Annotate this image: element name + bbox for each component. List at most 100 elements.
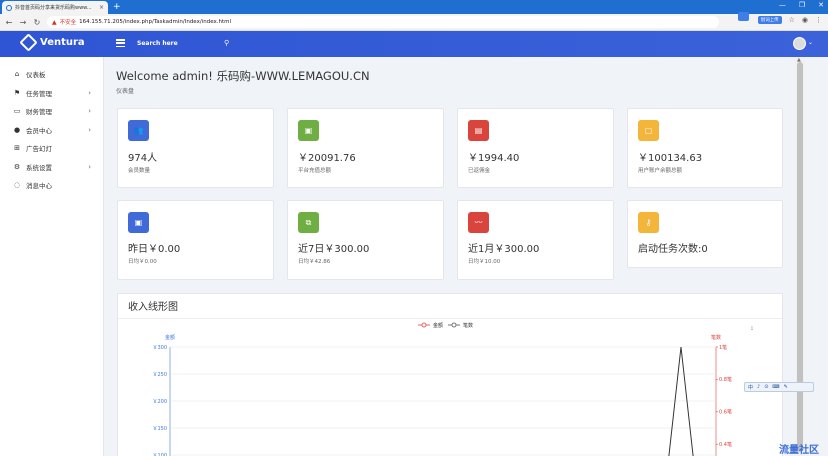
card-value: 近1月￥300.00 bbox=[468, 244, 540, 255]
right-tick-label: 0.4笔 bbox=[719, 441, 732, 448]
avatar[interactable] bbox=[793, 37, 806, 50]
sidebar-item-label: 系统设置 bbox=[26, 163, 52, 172]
income-chart-panel: 收入线形图 金额 笔数 金额 笔数 ￥300 ￥250 ￥200 ￥150 ￥100 1笔 0.8笔… bbox=[117, 293, 783, 456]
gear-icon: ⚙ bbox=[13, 162, 21, 171]
main-content: Welcome admin! 乐码购-WWW.LEMAGOU.CN 仪表盘 👥 9… bbox=[105, 57, 795, 456]
legend-marker bbox=[421, 322, 427, 328]
card-value: ￥1994.40 bbox=[468, 153, 520, 164]
sidebar-item-label: 任务管理 bbox=[26, 89, 52, 98]
toolbar-button[interactable]: ⊙ bbox=[764, 384, 768, 390]
sidebar-item-label: 财务管理 bbox=[26, 108, 52, 117]
watermark: 流量社区 bbox=[779, 445, 819, 456]
forward-icon[interactable]: → bbox=[18, 18, 28, 27]
card-value: ￥100134.63 bbox=[638, 153, 703, 164]
home-icon: ⌂ bbox=[14, 70, 20, 79]
url-bar[interactable]: ▲ 不安全 164.155.71.205/index.php/Taskadmin… bbox=[47, 16, 719, 28]
tab-title: 抖音首页码分享来货乐码购www... bbox=[15, 5, 92, 11]
stat-card: 👥 974人会员数量 bbox=[117, 108, 274, 188]
minimize-button[interactable]: — bbox=[779, 1, 786, 9]
right-axis-name: 笔数 bbox=[711, 334, 721, 341]
user-icon: ● bbox=[13, 125, 21, 134]
stat-card: ▣ 昨日￥0.00 日均￥0.00 bbox=[117, 200, 274, 280]
cloud-extension-icon[interactable] bbox=[738, 12, 749, 21]
users-icon: 👥 bbox=[128, 120, 149, 141]
stat-card: ⧉ 近7日￥300.00 日均￥42.86 bbox=[287, 200, 444, 280]
chevron-right-icon: › bbox=[88, 125, 91, 134]
chevron-right-icon: › bbox=[88, 162, 91, 171]
message-icon: ◌ bbox=[13, 181, 21, 190]
chevron-right-icon: › bbox=[88, 88, 91, 97]
close-window-button[interactable]: ✕ bbox=[818, 1, 824, 9]
copy-icon: ⧉ bbox=[298, 212, 319, 233]
url-text[interactable]: 164.155.71.205/index.php/Taskadmin/Index… bbox=[79, 19, 231, 25]
sidebar-item[interactable]: ● 会员中心 › bbox=[0, 121, 103, 140]
trend-icon: 〰 bbox=[468, 212, 489, 233]
download-icon: ⤓ bbox=[751, 325, 754, 331]
card-label: 日均￥10.00 bbox=[468, 259, 501, 265]
income-line-chart: 金额 笔数金额 笔数￥300￥250￥200￥150￥1001笔0.8笔0.6笔0.… bbox=[152, 322, 754, 456]
search-icon[interactable]: ⚲ bbox=[224, 39, 229, 47]
toolbar-button[interactable]: ♪ bbox=[757, 384, 760, 390]
flag-icon: ⚑ bbox=[13, 88, 21, 97]
insecure-label: 不安全 bbox=[59, 20, 77, 26]
right-tick-label: 0.6笔 bbox=[719, 409, 732, 416]
right-tick-label: 1笔 bbox=[719, 344, 727, 351]
legend-marker bbox=[451, 322, 457, 328]
browser-tab[interactable]: 抖音首页码分享来货乐码购www... × bbox=[2, 1, 108, 14]
left-axis-name: 金额 bbox=[165, 334, 175, 341]
legend-label: 金额 bbox=[433, 322, 443, 329]
menu-toggle-icon[interactable] bbox=[116, 39, 125, 47]
stat-card: ▢ ￥100134.63 用户账户余额总额 bbox=[627, 108, 783, 188]
left-tick-label: ￥300 bbox=[152, 345, 167, 351]
card-label: 平台充值总额 bbox=[298, 168, 332, 174]
card-label: 用户账户余额总额 bbox=[638, 168, 683, 174]
sidebar-item[interactable]: ⚑ 任务管理 › bbox=[0, 84, 103, 103]
browser-actions: 划词上传 ☆ ◉ ⋮ bbox=[757, 16, 822, 24]
left-tick-label: ￥250 bbox=[152, 372, 167, 378]
page-title: Welcome admin! 乐码购-WWW.LEMAGOU.CN bbox=[116, 69, 370, 83]
folder-icon: ▢ bbox=[638, 120, 659, 141]
sidebar-item[interactable]: ⚙ 系统设置 › bbox=[0, 158, 103, 177]
brand[interactable]: Ventura bbox=[19, 33, 85, 52]
series-line bbox=[668, 346, 694, 456]
toolbar-button[interactable]: 中 bbox=[748, 384, 753, 391]
card-value: ￥20091.76 bbox=[298, 153, 356, 164]
scroll-thumb[interactable] bbox=[797, 62, 803, 452]
chart-title: 收入线形图 bbox=[128, 302, 178, 313]
new-tab-button[interactable]: + bbox=[113, 2, 121, 12]
search-input[interactable] bbox=[137, 37, 237, 50]
sidebar-item-label: 广告幻灯 bbox=[26, 145, 52, 154]
page-scrollbar[interactable]: ▲ bbox=[795, 57, 805, 456]
browser-menu-icon[interactable]: ⋮ bbox=[815, 16, 822, 24]
stat-card: ▣ ￥20091.76 平台充值总额 bbox=[287, 108, 444, 188]
back-icon[interactable]: ← bbox=[4, 18, 14, 27]
cash-icon: ▣ bbox=[128, 212, 149, 233]
sidebar-item[interactable]: ◌ 消息中心 bbox=[0, 176, 103, 195]
card-label: 日均￥42.86 bbox=[298, 259, 331, 265]
toolbar-button[interactable]: ✎ bbox=[784, 384, 788, 390]
floating-input-toolbar[interactable]: 中 ♪ ⊙ ⌨ ✎ bbox=[744, 382, 814, 392]
chevron-right-icon: › bbox=[88, 107, 91, 116]
card-label: 已返佣金 bbox=[468, 168, 491, 174]
tab-close-icon[interactable]: × bbox=[99, 4, 104, 11]
key-icon: ⚷ bbox=[638, 212, 659, 233]
storage-icon: ▭ bbox=[13, 107, 21, 116]
profile-icon[interactable]: ◉ bbox=[802, 16, 808, 24]
extension-badge[interactable]: 划词上传 bbox=[757, 16, 782, 24]
toolbar-button[interactable]: ⌨ bbox=[772, 384, 779, 390]
stat-card: 〰近1月￥300.00 日均￥10.00 bbox=[457, 200, 614, 280]
app-header: Ventura ⚲ ⌄ bbox=[0, 31, 828, 57]
chevron-down-icon[interactable]: ⌄ bbox=[808, 39, 813, 46]
sidebar-item-label: 会员中心 bbox=[26, 126, 52, 135]
card-label: 会员数量 bbox=[128, 168, 151, 174]
sidebar-item[interactable]: ⊞ 广告幻灯 bbox=[0, 139, 103, 158]
sidebar: ⌂ 仪表板 ⚑ 任务管理 › ▭ 财务管理 › ● 会员中心 › ⊞ 广告幻灯 ⚙ 系统设置 › ◌ 消息中心 bbox=[0, 57, 104, 456]
sidebar-item[interactable]: ▭ 财务管理 › bbox=[0, 102, 103, 121]
reload-icon[interactable]: ↻ bbox=[32, 18, 42, 27]
bookmark-star-icon[interactable]: ☆ bbox=[789, 16, 795, 24]
card-value: 974人 bbox=[128, 153, 158, 164]
warning-icon: ▲ bbox=[52, 18, 57, 26]
sidebar-item[interactable]: ⌂ 仪表板 bbox=[0, 65, 103, 84]
maximize-button[interactable]: ❐ bbox=[799, 1, 805, 9]
address-toolbar: ← → ↻ ▲ 不安全 164.155.71.205/index.php/Tas… bbox=[0, 14, 828, 31]
